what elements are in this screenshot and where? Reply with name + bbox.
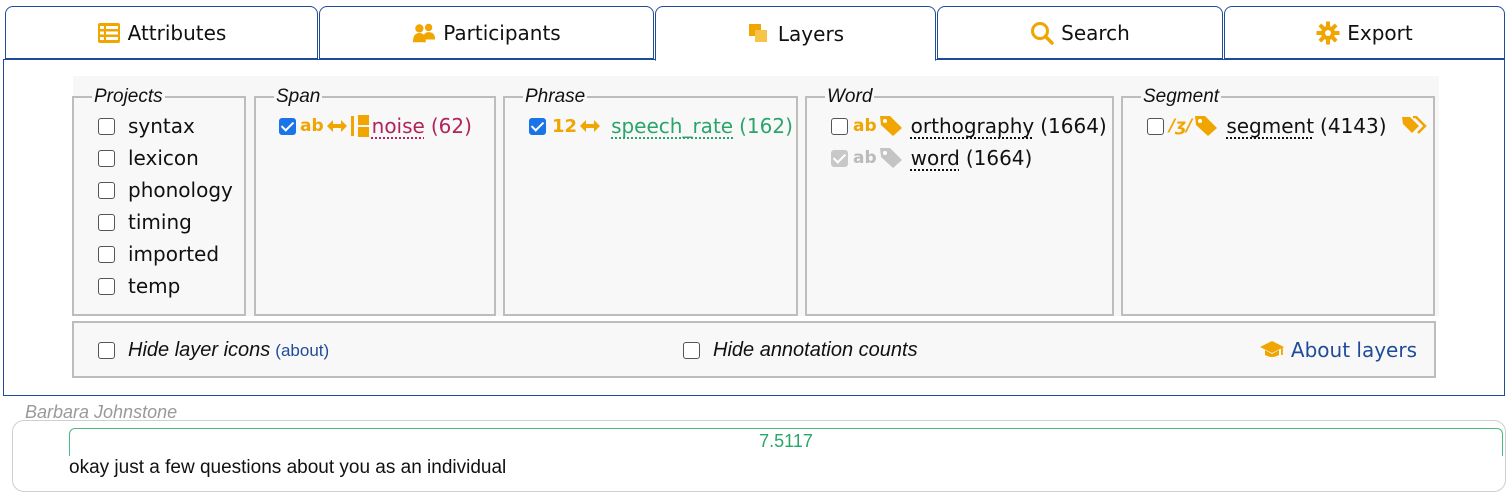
project-checkbox[interactable]	[98, 117, 115, 135]
project-checkbox[interactable]	[98, 213, 115, 231]
layer-name-link[interactable]: segment	[1226, 114, 1314, 138]
layer-name-link[interactable]: word	[911, 146, 960, 170]
layer-checkbox[interactable]	[529, 117, 546, 135]
alphanumeric-type-icon: ab	[853, 148, 877, 168]
about-layers-link[interactable]: About layers	[1259, 338, 1417, 362]
projects-legend: Projects	[94, 86, 163, 107]
alphanumeric-type-icon: ab	[853, 116, 877, 136]
layer-item-noise[interactable]: ab noise (62)	[279, 114, 472, 138]
project-label: lexicon	[128, 146, 199, 170]
about-icons-link[interactable]: (about)	[275, 341, 329, 361]
tag-icon	[1194, 115, 1218, 137]
layer-name-link[interactable]: noise	[372, 114, 425, 138]
interval-span-icon	[326, 114, 370, 138]
tag-icon	[879, 115, 903, 137]
tag-icon	[879, 147, 903, 169]
numeric-type-icon: 12	[552, 115, 578, 137]
hide-annotation-counts-option[interactable]: Hide annotation counts	[683, 339, 918, 362]
tab-bar: Attributes Participants Layers Search Ex…	[5, 6, 1505, 61]
layer-checkbox[interactable]	[831, 117, 848, 135]
layer-name-link[interactable]: orthography	[911, 114, 1035, 138]
annotation-count: (1664)	[1040, 114, 1107, 138]
options-bar: Hide layer icons (about) Hide annotation…	[72, 321, 1436, 378]
annotation-count: (162)	[739, 114, 793, 138]
hide-annotation-counts-label: Hide annotation counts	[713, 339, 918, 361]
layer-item-orthography[interactable]: ab orthography (1664)	[831, 114, 1107, 138]
project-label: timing	[128, 210, 192, 234]
project-item-syntax[interactable]: syntax	[98, 114, 195, 138]
gear-icon	[1316, 21, 1340, 45]
hide-annotation-counts-checkbox[interactable]	[683, 342, 700, 359]
span-legend: Span	[276, 86, 321, 107]
layer-checkbox[interactable]	[1147, 117, 1164, 135]
project-item-imported[interactable]: imported	[98, 242, 219, 266]
tab-export[interactable]: Export	[1224, 6, 1505, 59]
tab-search-label: Search	[1061, 20, 1130, 45]
segment-legend: Segment	[1143, 86, 1220, 107]
project-label: syntax	[128, 114, 195, 138]
layer-checkbox-disabled	[831, 149, 848, 167]
project-checkbox[interactable]	[98, 181, 115, 199]
utterance-text[interactable]: okay just a few questions about you as a…	[69, 457, 506, 479]
tab-layers[interactable]: Layers	[655, 6, 936, 61]
phrase-legend: Phrase	[525, 86, 586, 107]
project-checkbox[interactable]	[98, 149, 115, 167]
tags-icon	[1401, 116, 1427, 136]
speech-rate-annotation[interactable]: 7.5117	[69, 428, 1503, 456]
layer-item-word[interactable]: ab word (1664)	[831, 146, 1032, 170]
annotation-count: (62)	[430, 114, 472, 138]
project-item-lexicon[interactable]: lexicon	[98, 146, 199, 170]
search-icon	[1030, 21, 1054, 45]
utterance-block: 7.5117 okay just a few questions about y…	[12, 420, 1506, 492]
graduation-cap-icon	[1259, 340, 1285, 360]
speech-rate-value: 7.5117	[759, 431, 813, 451]
annotation-count: (4143)	[1320, 114, 1387, 138]
layer-checkbox[interactable]	[279, 117, 296, 135]
people-icon	[412, 21, 436, 45]
phrase-interval-icon	[579, 118, 601, 134]
layers-icon	[747, 22, 771, 46]
layer-item-segment[interactable]: /ʒ/ segment (4143)	[1147, 114, 1435, 138]
project-item-timing[interactable]: timing	[98, 210, 192, 234]
project-item-temp[interactable]: temp	[98, 274, 180, 298]
word-legend: Word	[827, 86, 873, 107]
tab-export-label: Export	[1347, 20, 1413, 45]
project-label: imported	[128, 242, 220, 266]
project-label: temp	[128, 274, 181, 298]
tab-search[interactable]: Search	[937, 6, 1223, 59]
annotation-count: (1664)	[965, 146, 1033, 170]
about-layers-label: About layers	[1290, 338, 1417, 362]
tab-participants[interactable]: Participants	[319, 6, 654, 59]
tab-attributes[interactable]: Attributes	[5, 6, 318, 59]
project-checkbox[interactable]	[98, 245, 115, 263]
layer-item-speech-rate[interactable]: 12 speech_rate (162)	[529, 114, 793, 138]
project-checkbox[interactable]	[98, 277, 115, 295]
project-item-phonology[interactable]: phonology	[98, 178, 233, 202]
phonological-type-icon: /ʒ/	[1169, 116, 1193, 136]
hide-layer-icons-option[interactable]: Hide layer icons (about)	[98, 339, 329, 362]
layer-name-link[interactable]: speech_rate	[611, 114, 733, 138]
tab-attributes-label: Attributes	[127, 20, 227, 45]
tab-participants-label: Participants	[443, 20, 561, 45]
tab-layers-label: Layers	[777, 21, 845, 46]
table-list-icon	[97, 21, 121, 45]
alphanumeric-type-icon: ab	[300, 116, 324, 136]
hide-layer-icons-checkbox[interactable]	[98, 342, 115, 359]
hide-layer-icons-label: Hide layer icons	[128, 339, 271, 361]
project-label: phonology	[128, 178, 233, 202]
